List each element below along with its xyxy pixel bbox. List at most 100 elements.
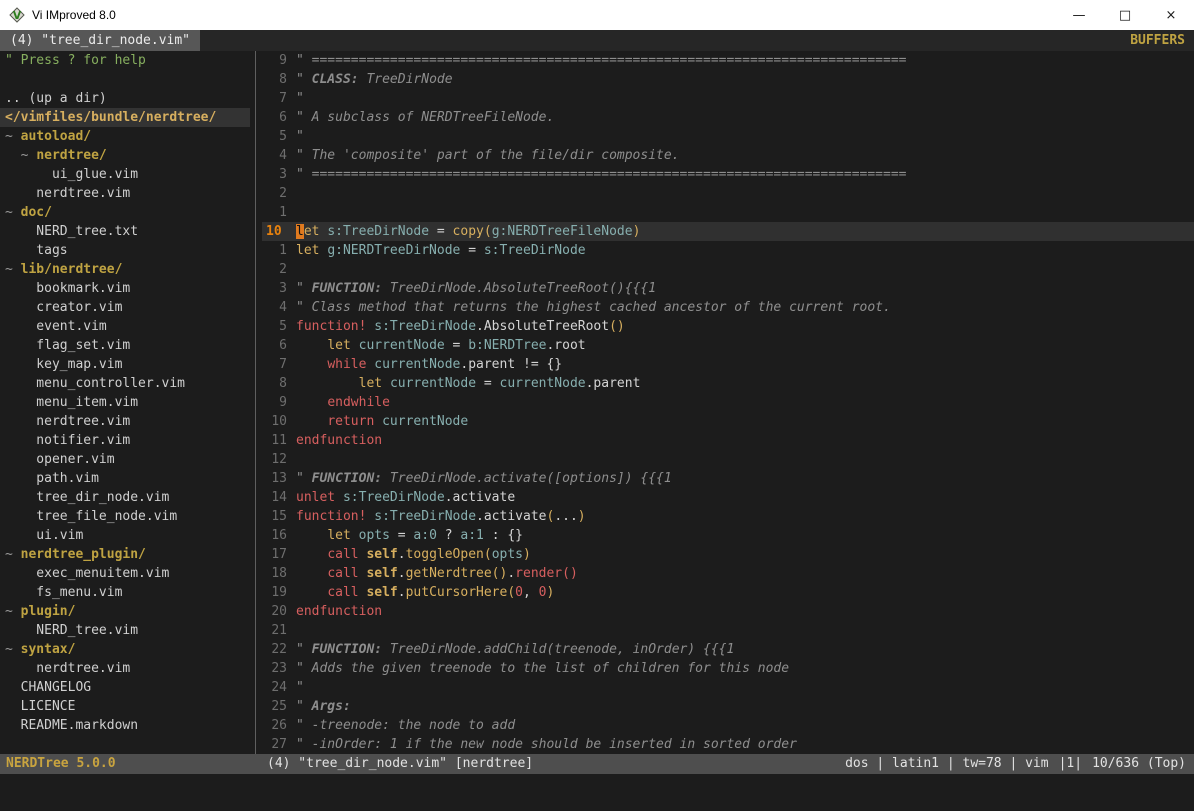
code-line[interactable]: 12 <box>262 450 1194 469</box>
code-line[interactable]: 7" <box>262 89 1194 108</box>
nerdtree-item[interactable]: notifier.vim <box>0 431 250 450</box>
code-line[interactable]: 27" -inOrder: 1 if the new node should b… <box>262 735 1194 754</box>
code-line[interactable]: 24" <box>262 678 1194 697</box>
nerdtree-item[interactable]: tags <box>0 241 250 260</box>
maximize-button[interactable]: □ <box>1102 0 1148 30</box>
code-line[interactable]: 2 <box>262 184 1194 203</box>
code-line[interactable]: 14unlet s:TreeDirNode.activate <box>262 488 1194 507</box>
nerdtree-item[interactable]: </vimfiles/bundle/nerdtree/ <box>0 108 250 127</box>
nerdtree-item[interactable]: ~ nerdtree/ <box>0 146 250 165</box>
nerdtree-item[interactable]: ~ autoload/ <box>0 127 250 146</box>
vim-logo-icon: V <box>9 7 25 23</box>
nerdtree-item[interactable]: tree_file_node.vim <box>0 507 250 526</box>
code-line[interactable]: 1let g:NERDTreeDirNode = s:TreeDirNode <box>262 241 1194 260</box>
code-line[interactable]: 18 call self.getNerdtree().render() <box>262 564 1194 583</box>
line-number: 24 <box>262 678 296 697</box>
code-line[interactable]: 10let s:TreeDirNode = copy(g:NERDTreeFil… <box>262 222 1194 241</box>
nerdtree-item[interactable]: flag_set.vim <box>0 336 250 355</box>
nerdtree-item-label: ~ lib/nerdtree/ <box>5 262 122 277</box>
window-separator[interactable] <box>250 51 262 754</box>
code-line[interactable]: 2 <box>262 260 1194 279</box>
code-line[interactable]: 3" =====================================… <box>262 165 1194 184</box>
nerdtree-item[interactable]: NERD_tree.txt <box>0 222 250 241</box>
nerdtree-item[interactable]: ~ doc/ <box>0 203 250 222</box>
code-line[interactable]: 4" The 'composite' part of the file/dir … <box>262 146 1194 165</box>
nerdtree-item[interactable]: ~ plugin/ <box>0 602 250 621</box>
minimize-button[interactable]: — <box>1056 0 1102 30</box>
nerdtree-item[interactable]: exec_menuitem.vim <box>0 564 250 583</box>
code-line-text: " Class method that returns the highest … <box>296 298 891 317</box>
command-line[interactable] <box>0 774 1194 811</box>
nerdtree-item[interactable]: fs_menu.vim <box>0 583 250 602</box>
nerdtree-item[interactable]: nerdtree.vim <box>0 659 250 678</box>
nerdtree-item-label: flag_set.vim <box>5 338 130 353</box>
code-line[interactable]: 22" FUNCTION: TreeDirNode.addChild(treen… <box>262 640 1194 659</box>
code-line[interactable]: 8" CLASS: TreeDirNode <box>262 70 1194 89</box>
nerdtree-item[interactable]: README.markdown <box>0 716 250 735</box>
nerdtree-item-label: fs_menu.vim <box>5 585 122 600</box>
nerdtree-item[interactable]: .. (up a dir) <box>0 89 250 108</box>
code-line-text: unlet s:TreeDirNode.activate <box>296 488 515 507</box>
nerdtree-item-label: tree_dir_node.vim <box>5 490 169 505</box>
code-line[interactable]: 4" Class method that returns the highest… <box>262 298 1194 317</box>
code-line[interactable]: 15function! s:TreeDirNode.activate(...) <box>262 507 1194 526</box>
line-number: 4 <box>262 146 296 165</box>
code-line[interactable]: 5function! s:TreeDirNode.AbsoluteTreeRoo… <box>262 317 1194 336</box>
code-line[interactable]: 16 let opts = a:0 ? a:1 : {} <box>262 526 1194 545</box>
code-line[interactable]: 9 endwhile <box>262 393 1194 412</box>
code-line[interactable]: 6 let currentNode = b:NERDTree.root <box>262 336 1194 355</box>
nerdtree-item[interactable]: nerdtree.vim <box>0 184 250 203</box>
tab-tree-dir-node[interactable]: (4) "tree_dir_node.vim" <box>0 30 200 51</box>
nerdtree-item[interactable] <box>0 70 250 89</box>
window-controls: — □ × <box>1056 0 1194 30</box>
line-number: 12 <box>262 450 296 469</box>
nerdtree-item[interactable]: creator.vim <box>0 298 250 317</box>
nerdtree-item[interactable]: ui.vim <box>0 526 250 545</box>
nerdtree-item[interactable]: ui_glue.vim <box>0 165 250 184</box>
line-number: 3 <box>262 165 296 184</box>
code-line[interactable]: 3" FUNCTION: TreeDirNode.AbsoluteTreeRoo… <box>262 279 1194 298</box>
close-button[interactable]: × <box>1148 0 1194 30</box>
nerdtree-item-label: menu_controller.vim <box>5 376 185 391</box>
code-line[interactable]: 7 while currentNode.parent != {} <box>262 355 1194 374</box>
code-line[interactable]: 5" <box>262 127 1194 146</box>
nerdtree-item[interactable]: menu_item.vim <box>0 393 250 412</box>
nerdtree-item[interactable]: ~ syntax/ <box>0 640 250 659</box>
code-line[interactable]: 8 let currentNode = currentNode.parent <box>262 374 1194 393</box>
nerdtree-item[interactable]: tree_dir_node.vim <box>0 488 250 507</box>
nerdtree-item[interactable]: ~ nerdtree_plugin/ <box>0 545 250 564</box>
nerdtree-item[interactable]: bookmark.vim <box>0 279 250 298</box>
code-line[interactable]: 1 <box>262 203 1194 222</box>
nerdtree-item[interactable]: event.vim <box>0 317 250 336</box>
nerdtree-item[interactable]: path.vim <box>0 469 250 488</box>
nerdtree-item[interactable]: key_map.vim <box>0 355 250 374</box>
nerdtree-item[interactable]: ~ lib/nerdtree/ <box>0 260 250 279</box>
code-line[interactable]: 21 <box>262 621 1194 640</box>
code-line[interactable]: 17 call self.toggleOpen(opts) <box>262 545 1194 564</box>
nerdtree-item[interactable]: " Press ? for help <box>0 51 250 70</box>
nerdtree-item[interactable]: menu_controller.vim <box>0 374 250 393</box>
code-line[interactable]: 9" =====================================… <box>262 51 1194 70</box>
code-line-text: while currentNode.parent != {} <box>296 355 562 374</box>
line-number: 2 <box>262 260 296 279</box>
nerdtree-item-label: README.markdown <box>5 718 138 733</box>
nerdtree-item-label: ~ autoload/ <box>5 129 91 144</box>
code-line[interactable]: 26" -treenode: the node to add <box>262 716 1194 735</box>
nerdtree-item[interactable]: CHANGELOG <box>0 678 250 697</box>
nerdtree-item[interactable]: NERD_tree.vim <box>0 621 250 640</box>
code-line[interactable]: 23" Adds the given treenode to the list … <box>262 659 1194 678</box>
code-line-text: let g:NERDTreeDirNode = s:TreeDirNode <box>296 241 586 260</box>
code-line[interactable]: 13" FUNCTION: TreeDirNode.activate([opti… <box>262 469 1194 488</box>
code-line[interactable]: 19 call self.putCursorHere(0, 0) <box>262 583 1194 602</box>
line-number: 17 <box>262 545 296 564</box>
nerdtree-item[interactable]: LICENCE <box>0 697 250 716</box>
nerdtree-item[interactable]: nerdtree.vim <box>0 412 250 431</box>
code-line[interactable]: 10 return currentNode <box>262 412 1194 431</box>
titlebar[interactable]: V Vi IMproved 8.0 — □ × <box>0 0 1194 30</box>
code-line[interactable]: 6" A subclass of NERDTreeFileNode. <box>262 108 1194 127</box>
code-line[interactable]: 20endfunction <box>262 602 1194 621</box>
code-line[interactable]: 25" Args: <box>262 697 1194 716</box>
nerdtree-item[interactable]: opener.vim <box>0 450 250 469</box>
code-line-text: " <box>296 127 304 146</box>
code-line[interactable]: 11endfunction <box>262 431 1194 450</box>
